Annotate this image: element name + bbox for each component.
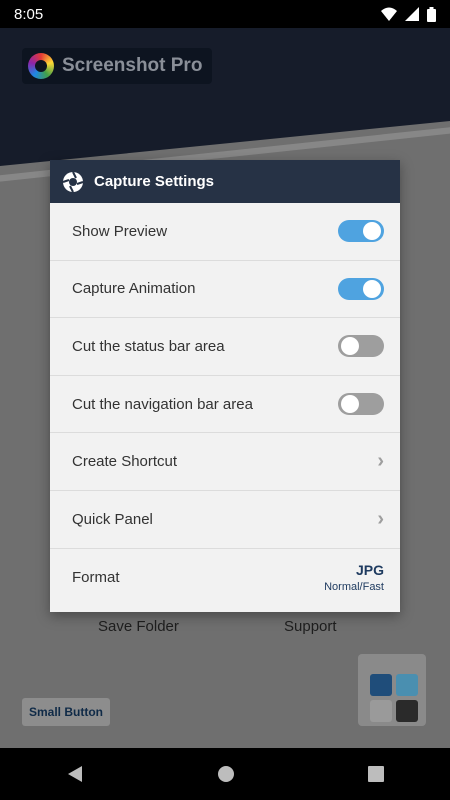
format-quality: Normal/Fast xyxy=(324,580,384,593)
capture-settings-dialog: Capture Settings Show Preview Capture An… xyxy=(50,160,400,612)
dialog-title: Capture Settings xyxy=(94,173,215,190)
cut-status-bar-toggle[interactable] xyxy=(338,335,384,358)
show-preview-toggle[interactable] xyxy=(338,220,384,243)
folder-tile-icon xyxy=(370,700,392,722)
chevron-right-icon: › xyxy=(377,450,384,473)
small-button[interactable]: Small Button xyxy=(22,698,110,726)
setting-label: Capture Animation xyxy=(72,280,196,298)
support-button[interactable]: Support xyxy=(284,618,337,635)
status-icons xyxy=(381,6,436,22)
setting-label: Show Preview xyxy=(72,222,168,240)
quick-panel-widget-preview[interactable] xyxy=(358,654,426,726)
dialog-header: Capture Settings xyxy=(50,160,400,203)
setting-label: Cut the navigation bar area xyxy=(72,395,253,413)
setting-label: Create Shortcut xyxy=(72,453,178,471)
setting-row-quick-panel[interactable]: Quick Panel › xyxy=(50,491,400,549)
toggle-knob xyxy=(341,337,359,356)
chevron-right-icon: › xyxy=(377,507,384,530)
navigation-bar xyxy=(0,748,450,800)
signal-icon xyxy=(405,7,419,21)
format-value: JPG Normal/Fast xyxy=(324,562,384,593)
toggle-knob xyxy=(341,395,359,414)
toggle-knob xyxy=(363,222,381,241)
setting-label: Cut the status bar area xyxy=(72,337,225,355)
info-tile-icon xyxy=(396,700,418,722)
format-type: JPG xyxy=(355,561,384,578)
setting-row-show-preview[interactable]: Show Preview xyxy=(50,203,400,261)
aperture-icon xyxy=(62,171,84,192)
save-folder-button[interactable]: Save Folder xyxy=(98,618,179,635)
home-icon[interactable] xyxy=(217,765,235,783)
setting-row-cut-status-bar[interactable]: Cut the status bar area xyxy=(50,318,400,376)
capture-animation-toggle[interactable] xyxy=(338,277,384,300)
setting-label: Quick Panel xyxy=(72,510,153,528)
back-icon[interactable] xyxy=(66,765,84,783)
phone-tile-icon xyxy=(396,674,418,696)
cut-navigation-bar-toggle[interactable] xyxy=(338,393,384,416)
settings-tile-icon xyxy=(370,674,392,696)
toggle-knob xyxy=(363,279,381,298)
status-bar: 8:05 xyxy=(0,0,450,28)
setting-row-cut-navigation-bar[interactable]: Cut the navigation bar area xyxy=(50,376,400,434)
setting-row-create-shortcut[interactable]: Create Shortcut › xyxy=(50,433,400,491)
setting-label: Format xyxy=(72,568,120,586)
setting-row-format[interactable]: Format JPG Normal/Fast xyxy=(50,549,400,607)
status-time: 8:05 xyxy=(14,5,44,23)
aperture-logo-icon xyxy=(28,53,54,79)
app-title: Screenshot Pro xyxy=(62,55,203,76)
wifi-icon xyxy=(381,7,397,21)
recents-icon[interactable] xyxy=(367,766,384,782)
setting-row-capture-animation[interactable]: Capture Animation xyxy=(50,261,400,319)
battery-icon xyxy=(427,6,436,22)
app-logo: Screenshot Pro xyxy=(22,48,213,84)
